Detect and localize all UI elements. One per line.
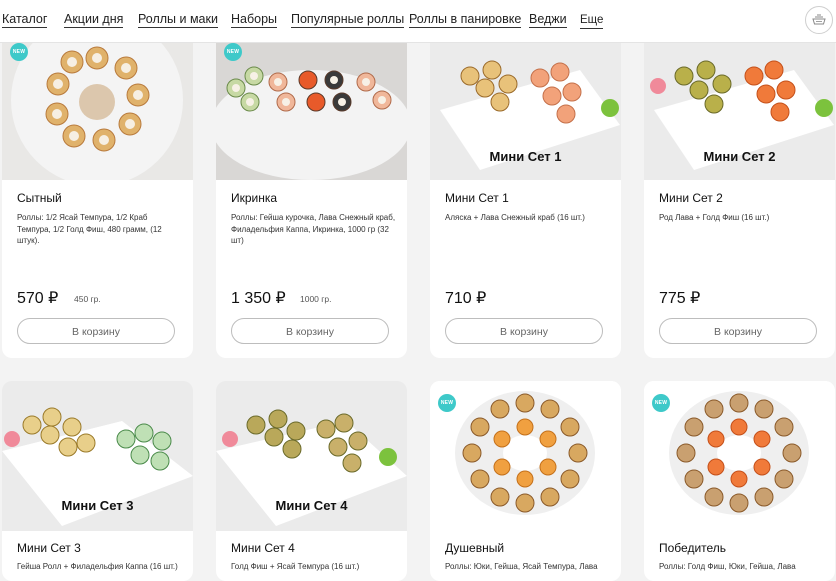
sushi-big-plate-image	[216, 30, 407, 180]
nav-more[interactable]: Еще	[580, 13, 604, 29]
product-description: Гейша Ролл + Филадельфия Каппа (16 шт.)	[17, 562, 178, 571]
photo-set-label: Мини Сет 2	[703, 149, 776, 164]
ruble-icon: ₽	[476, 290, 487, 307]
product-weight: 1000 гр.	[300, 294, 332, 304]
product-photo[interactable]: Мини Сет 1	[430, 30, 621, 180]
product-description: Голд Фиш + Ясай Темпура (16 шт.)	[231, 562, 360, 571]
photo-set-label: Мини Сет 4	[275, 498, 348, 513]
nav-breaded-rolls[interactable]: Роллы в панировке	[409, 12, 522, 28]
sushi-ring-plate-image	[644, 381, 835, 531]
new-badge: NEW	[10, 43, 28, 61]
product-card: NEW Душевный Роллы: Юки, Гейша, Ясай Тем…	[430, 381, 621, 581]
ruble-icon: ₽	[48, 290, 59, 307]
product-title[interactable]: Мини Сет 1	[445, 191, 509, 205]
product-photo[interactable]: NEW	[2, 30, 193, 180]
add-to-cart-button[interactable]: В корзину	[231, 318, 389, 344]
new-badge: NEW	[652, 394, 670, 412]
product-price: 1 350 ₽	[231, 290, 286, 307]
product-description: Аляска + Лава Снежный краб (16 шт.)	[445, 213, 585, 222]
product-title[interactable]: Победитель	[659, 541, 726, 555]
product-card: Мини Сет 2 Мини Сет 2 Род Лава + Голд Фи…	[644, 30, 835, 358]
ruble-icon: ₽	[690, 290, 701, 307]
nav-deals-of-day[interactable]: Акции дня	[64, 12, 124, 28]
product-photo[interactable]: Мини Сет 2	[644, 30, 835, 180]
product-price: 775 ₽	[659, 290, 701, 307]
product-description: Роллы: Голд Фиш, Юки, Гейша, Лава	[659, 562, 796, 571]
product-description: Род Лава + Голд Фиш (16 шт.)	[659, 213, 770, 222]
cart-button[interactable]	[805, 6, 833, 34]
photo-set-label: Мини Сет 1	[489, 149, 562, 164]
product-description: Роллы: Юки, Гейша, Ясай Темпура, Лава	[445, 562, 598, 571]
product-title[interactable]: Мини Сет 3	[17, 541, 81, 555]
product-card: NEW Икринка Роллы: Гейша курочка, Лава С…	[216, 30, 407, 358]
product-photo[interactable]: NEW	[430, 381, 621, 531]
add-to-cart-button[interactable]: В корзину	[445, 318, 603, 344]
product-title[interactable]: Сытный	[17, 191, 62, 205]
cart-bowl-icon	[812, 14, 826, 25]
product-card: NEW Победитель Роллы: Голд Фиш, Юки, Гей…	[644, 381, 835, 581]
photo-set-label: Мини Сет 3	[61, 498, 134, 513]
product-title[interactable]: Мини Сет 4	[231, 541, 295, 555]
product-description: Роллы: 1/2 Ясай Темпура, 1/2 Краб Темпур…	[17, 213, 162, 245]
ruble-icon: ₽	[275, 290, 286, 307]
nav-sets[interactable]: Наборы	[231, 12, 278, 28]
add-to-cart-button[interactable]: В корзину	[659, 318, 817, 344]
product-photo[interactable]: Мини Сет 4	[216, 381, 407, 531]
nav-rolls-and-maki[interactable]: Роллы и маки	[138, 12, 218, 28]
sushi-round-plate-image	[2, 30, 193, 180]
product-card: NEW Сытный Роллы: 1/2 Ясай Темпура, 1/2 …	[2, 30, 193, 358]
new-badge: NEW	[438, 394, 456, 412]
nav-catalog[interactable]: Каталог	[2, 12, 48, 28]
product-photo[interactable]: NEW	[216, 30, 407, 180]
top-navigation: Каталог Акции дня Роллы и маки Наборы По…	[0, 0, 836, 43]
nav-veggie[interactable]: Веджи	[529, 12, 567, 28]
product-photo[interactable]: NEW	[644, 381, 835, 531]
new-badge: NEW	[224, 43, 242, 61]
nav-popular-rolls[interactable]: Популярные роллы	[291, 12, 405, 28]
product-description: Роллы: Гейша курочка, Лава Снежный краб,…	[231, 213, 396, 245]
product-title[interactable]: Душевный	[445, 541, 504, 555]
product-card: Мини Сет 1 Мини Сет 1 Аляска + Лава Снеж…	[430, 30, 621, 358]
product-card: Мини Сет 3 Мини Сет 3 Гейша Ролл + Филад…	[2, 381, 193, 581]
product-card: Мини Сет 4 Мини Сет 4 Голд Фиш + Ясай Те…	[216, 381, 407, 581]
sushi-ring-plate-image	[430, 381, 621, 531]
product-title[interactable]: Икринка	[231, 191, 277, 205]
product-photo[interactable]: Мини Сет 3	[2, 381, 193, 531]
product-title[interactable]: Мини Сет 2	[659, 191, 723, 205]
product-price: 710 ₽	[445, 290, 487, 307]
add-to-cart-button[interactable]: В корзину	[17, 318, 175, 344]
product-weight: 450 гр.	[74, 294, 101, 304]
product-price: 570 ₽	[17, 290, 59, 307]
